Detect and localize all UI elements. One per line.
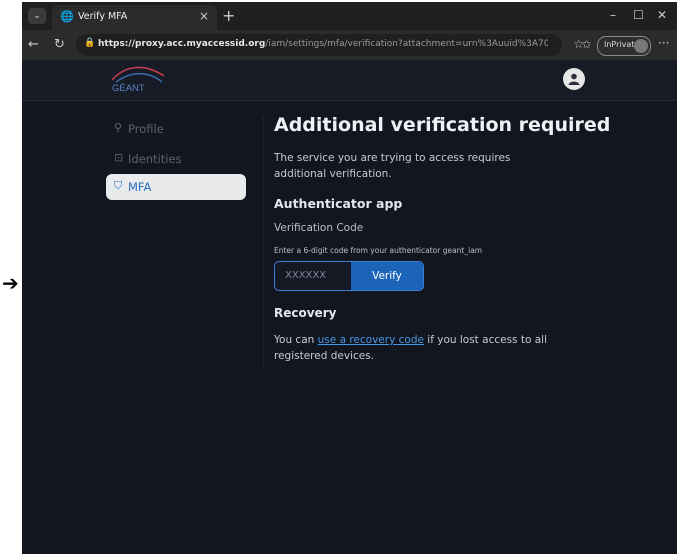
- person-icon: ⚲: [114, 121, 123, 134]
- inprivate-badge[interactable]: InPrivate: [597, 36, 651, 56]
- back-icon[interactable]: ←: [28, 37, 39, 52]
- close-window-icon[interactable]: ✕: [657, 8, 667, 22]
- maximize-icon[interactable]: ☐: [633, 8, 644, 22]
- tab-actions-icon[interactable]: ⌄: [28, 8, 46, 24]
- recovery-code-link[interactable]: use a recovery code: [318, 334, 424, 346]
- user-icon: [568, 73, 580, 85]
- close-tab-icon[interactable]: ×: [199, 9, 209, 23]
- tab-bar: ⌄ 🌐 Verify MFA × + – ☐ ✕: [22, 2, 677, 30]
- shield-icon: ⛉: [114, 179, 123, 192]
- user-avatar[interactable]: [563, 68, 585, 90]
- recovery-heading: Recovery: [274, 306, 337, 320]
- tab-verify-mfa[interactable]: 🌐 Verify MFA ×: [52, 5, 217, 30]
- authenticator-heading: Authenticator app: [274, 196, 403, 211]
- sidebar-item-identities[interactable]: ⊡ Identities: [106, 146, 246, 172]
- content-divider: [263, 116, 264, 370]
- recovery-text: You can use a recovery code if you lost …: [274, 334, 548, 362]
- lock-icon: ⊡: [114, 151, 124, 164]
- tab-title: Verify MFA: [78, 11, 128, 22]
- verification-code-label: Verification Code: [274, 222, 364, 234]
- browser-window: ⌄ 🌐 Verify MFA × + – ☐ ✕ ← ↻ 🔒 https://p…: [22, 2, 677, 554]
- globe-icon: 🌐: [60, 10, 74, 23]
- profile-avatar-icon: [634, 39, 648, 53]
- pointer-arrow-icon: ➔: [2, 271, 19, 295]
- page-description: The service you are trying to access req…: [274, 152, 511, 180]
- address-bar: ← ↻ 🔒 https://proxy.acc.myaccessid.org/i…: [22, 30, 677, 60]
- sidebar-item-profile[interactable]: ⚲ Profile: [106, 116, 246, 142]
- more-menu-icon[interactable]: ···: [658, 36, 669, 50]
- svg-text:GÉANT: GÉANT: [112, 83, 145, 94]
- minimize-icon[interactable]: –: [610, 8, 616, 22]
- site-info-icon[interactable]: 🔒: [84, 38, 95, 48]
- url-text: https://proxy.acc.myaccessid.org/iam/set…: [98, 39, 548, 49]
- favorites-icon[interactable]: ✩: [582, 38, 591, 51]
- refresh-icon[interactable]: ↻: [54, 37, 65, 52]
- verify-button[interactable]: Verify: [351, 262, 423, 290]
- verification-code-hint: Enter a 6-digit code from your authentic…: [274, 246, 483, 255]
- sidebar-item-mfa[interactable]: ⛉ MFA: [106, 174, 246, 200]
- site-header: GÉANT: [22, 60, 677, 101]
- web-page: GÉANT ⚲ Profile ⊡ Identities ⛉ MFA Addit…: [22, 60, 677, 554]
- geant-logo[interactable]: GÉANT: [108, 66, 168, 94]
- url-field[interactable]: 🔒 https://proxy.acc.myaccessid.org/iam/s…: [76, 34, 584, 56]
- new-tab-icon[interactable]: +: [222, 6, 235, 25]
- verification-code-group: Verify: [274, 261, 424, 291]
- page-title: Additional verification required: [274, 114, 611, 136]
- verification-code-input[interactable]: [275, 262, 355, 288]
